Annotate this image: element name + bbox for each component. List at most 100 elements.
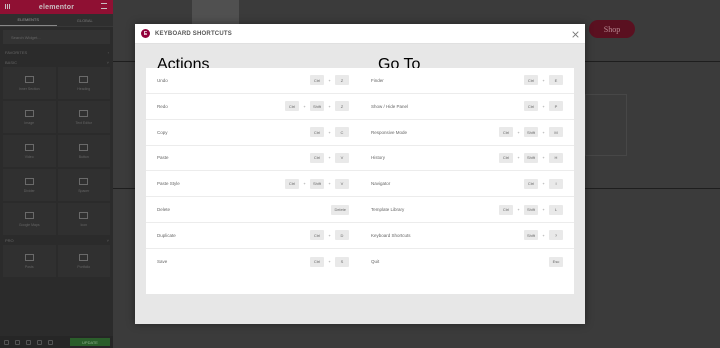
shortcut-keys: Ctrl + P (524, 101, 563, 112)
apps-grid-icon[interactable] (5, 4, 10, 9)
key-cap: Esc (549, 256, 563, 267)
widget-heading[interactable]: Heading (57, 67, 110, 99)
widget-button[interactable]: Button (57, 135, 110, 167)
shortcut-label: Duplicate (157, 232, 176, 238)
heading-icon (79, 75, 89, 83)
key-cap: C (335, 127, 349, 138)
shortcut-keys: Ctrl + V (310, 152, 349, 163)
plus-separator: + (542, 232, 545, 238)
widget-label: Button (78, 154, 89, 159)
key-cap: M (549, 127, 563, 138)
shortcut-keys: Ctrl + D (310, 230, 349, 241)
shortcut-label: Undo (157, 77, 168, 83)
posts-icon (24, 253, 34, 261)
widget-label: Image (24, 120, 35, 125)
modal-title: KEYBOARD SHORTCUTS (155, 30, 232, 37)
plus-separator: + (542, 181, 545, 187)
shortcut-keys: Ctrl + Shift + V (284, 178, 349, 189)
widget-text-editor[interactable]: Text Editor (57, 101, 110, 133)
key-cap: Shift (309, 101, 324, 112)
menu-icon[interactable] (101, 3, 107, 9)
close-icon[interactable] (570, 29, 580, 39)
button-icon (79, 143, 89, 151)
widget-label: Divider (23, 188, 35, 193)
key-cap: Ctrl (310, 75, 324, 86)
navigator-icon[interactable] (15, 339, 20, 345)
spacer-icon (79, 177, 89, 185)
shortcut-label: Paste (157, 155, 169, 161)
widget-spacer[interactable]: Spacer (57, 169, 110, 201)
responsive-icon[interactable] (37, 339, 42, 345)
editor-panel: elementor ELEMENTS GLOBAL Search Widget.… (0, 0, 113, 348)
panel-footer: UPDATE (0, 336, 113, 348)
widget-search-input[interactable]: Search Widget... (3, 30, 110, 44)
shortcut-keys: Ctrl + E (524, 75, 563, 86)
widget-label: Heading (77, 86, 91, 91)
shortcut-label: Show / Hide Panel (371, 103, 409, 109)
key-cap: Ctrl (524, 178, 538, 189)
chevron-icon: › (107, 49, 109, 55)
action-row: Undo Ctrl + Z (146, 68, 360, 94)
modal-body: Actions Go To Undo Ctrl + Z Redo Ctrl + Shift + Z… (146, 56, 574, 318)
chevron-down-icon: ˅ (106, 237, 109, 243)
plus-separator: + (328, 155, 331, 161)
key-cap: P (549, 101, 563, 112)
widget-label: Portfolio (77, 264, 91, 269)
widget-label: Text Editor (75, 120, 93, 125)
key-cap: L (549, 204, 563, 215)
goto-row: Finder Ctrl + E (360, 68, 574, 94)
key-cap: Ctrl (284, 178, 299, 189)
section-favorites[interactable]: FAVORITES › (0, 47, 113, 57)
section-pro[interactable]: PRO ˅ (0, 235, 113, 245)
key-cap: Delete (331, 204, 349, 215)
update-button[interactable]: UPDATE (70, 338, 110, 346)
widget-label: Video (24, 154, 34, 159)
section-basic[interactable]: BASIC ˅ (0, 57, 113, 67)
tab-global[interactable]: GLOBAL (57, 14, 114, 26)
shortcut-keys: Esc (549, 256, 563, 267)
key-cap: Ctrl (310, 127, 324, 138)
columns-icon (24, 75, 34, 83)
plus-separator: + (303, 103, 306, 109)
widget-icon[interactable]: Icon (57, 203, 110, 235)
widget-posts[interactable]: Posts (3, 245, 56, 277)
portfolio-icon (79, 253, 89, 261)
key-cap: V (335, 152, 349, 163)
key-cap: S (335, 256, 349, 267)
key-cap: Ctrl (498, 152, 513, 163)
action-row: Paste Ctrl + V (146, 146, 360, 172)
key-cap: Shift (523, 230, 538, 241)
tab-elements[interactable]: ELEMENTS (0, 14, 57, 26)
goto-row: Keyboard Shortcuts Shift +? (360, 223, 574, 249)
divider-icon (24, 177, 34, 185)
widget-google-maps[interactable]: Google Maps (3, 203, 56, 235)
key-cap: D (335, 230, 349, 241)
widget-divider[interactable]: Divider (3, 169, 56, 201)
widget-image[interactable]: Image (3, 101, 56, 133)
goto-row: Navigator Ctrl + I (360, 171, 574, 198)
key-cap: Ctrl (310, 152, 324, 163)
goto-row: Quit Esc (360, 249, 574, 275)
basic-widget-grid: Inner Section Heading Image Text Editor … (0, 67, 113, 235)
key-cap: Ctrl (524, 101, 538, 112)
key-cap: V (335, 178, 349, 189)
widget-inner-section[interactable]: Inner Section (3, 67, 56, 99)
actions-list: Undo Ctrl + Z Redo Ctrl + Shift + Z Copy Ctrl + C Past… (146, 68, 360, 294)
settings-icon[interactable] (4, 339, 9, 345)
image-icon (24, 109, 34, 117)
shortcut-keys: Ctrl + Z (310, 75, 349, 86)
widget-video[interactable]: Video (3, 135, 56, 167)
section-basic-label: BASIC (5, 59, 18, 65)
plus-separator: + (328, 77, 331, 83)
preview-icon[interactable] (48, 339, 53, 345)
star-icon (79, 211, 89, 219)
shortcut-label: Navigator (371, 181, 391, 187)
plus-separator: + (517, 207, 520, 213)
action-row: Save Ctrl + S (146, 249, 360, 275)
key-cap: I (549, 178, 563, 189)
shop-button[interactable]: Shop (589, 20, 635, 38)
section-favorites-label: FAVORITES (5, 49, 28, 55)
plus-separator: + (328, 129, 331, 135)
history-icon[interactable] (26, 339, 31, 345)
widget-portfolio[interactable]: Portfolio (57, 245, 110, 277)
